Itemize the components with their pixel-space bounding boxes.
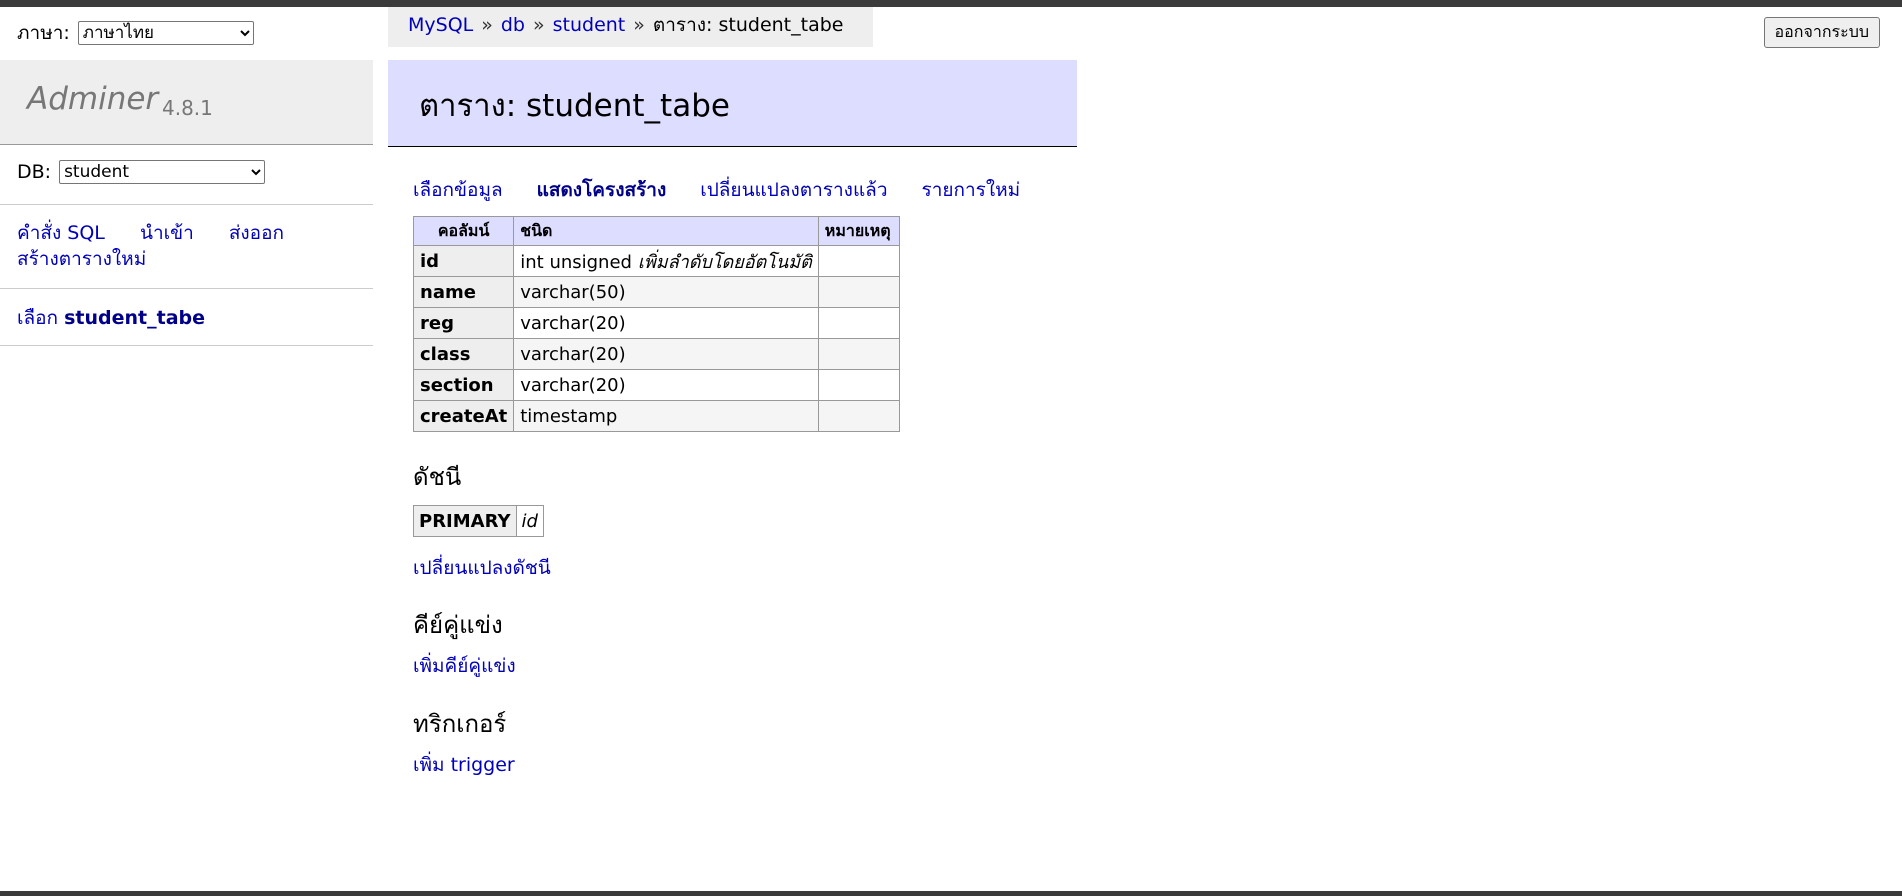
table-tabs: เลือกข้อมูล แสดงโครงสร้าง เปลี่ยนแปลงตาร… [413, 175, 1020, 205]
divider [0, 288, 373, 289]
database-switcher: DB: student [17, 160, 266, 184]
tab-show-structure: แสดงโครงสร้าง [536, 179, 667, 201]
brand-header: Adminer 4.8.1 [0, 60, 373, 145]
column-type: varchar(20) [513, 369, 819, 401]
language-select[interactable]: ภาษาไทย [77, 21, 254, 45]
breadcrumb-server[interactable]: MySQL [408, 14, 473, 36]
table-list: เลือก student_tabe [17, 303, 205, 333]
db-select[interactable]: student [59, 160, 266, 184]
table-row: createAt timestamp [412, 400, 900, 432]
column-name: section [412, 369, 515, 401]
column-name: reg [412, 307, 515, 339]
create-table-link[interactable]: สร้างตารางใหม่ [17, 248, 146, 270]
language-label: ภาษา: [17, 22, 70, 44]
table-header-row: คอลัมน์ ชนิด หมายเหตุ [412, 216, 900, 246]
tab-new-item[interactable]: รายการใหม่ [922, 175, 1021, 205]
column-type: varchar(50) [513, 276, 819, 308]
table-row: name varchar(50) [412, 276, 900, 308]
page-title-box: ตาราง: student_tabe [388, 60, 1077, 147]
page-title: ตาราง: student_tabe [419, 88, 730, 124]
import-link[interactable]: นำเข้า [140, 222, 194, 244]
sidebar-menu: ภาษา: ภาษาไทย Adminer 4.8.1 DB: student … [0, 7, 373, 891]
index-row: PRIMARY id [413, 505, 544, 537]
table-row: class varchar(20) [412, 338, 900, 370]
indexes-heading: ดัชนี [413, 463, 462, 491]
db-actions: คำสั่ง SQL นำเข้า ส่งออก สร้างตารางใหม่ [17, 220, 313, 272]
triggers-heading: ทริกเกอร์ [413, 710, 507, 738]
type-header: ชนิด [513, 216, 819, 246]
column-type: timestamp [513, 400, 819, 432]
column-comment [817, 307, 900, 339]
auto-increment-note: เพิ่มลำดับโดยอัตโนมัติ [637, 251, 812, 273]
column-comment [817, 338, 900, 370]
breadcrumb-schema[interactable]: student [553, 14, 626, 36]
column-type: varchar(20) [513, 338, 819, 370]
language-switcher: ภาษา: ภาษาไทย [17, 19, 254, 47]
column-header: คอลัมน์ [412, 216, 515, 246]
column-comment [817, 276, 900, 308]
page: ภาษา: ภาษาไทย Adminer 4.8.1 DB: student … [0, 7, 1902, 891]
breadcrumb-separator: » [633, 14, 645, 36]
column-comment [817, 369, 900, 401]
adminer-logo-link[interactable]: Adminer [27, 81, 158, 117]
table-row: reg varchar(20) [412, 307, 900, 339]
index-columns: id [515, 505, 544, 537]
breadcrumb-separator: » [481, 14, 493, 36]
column-comment [817, 245, 900, 277]
breadcrumb: MySQL » db » student » ตาราง: student_tabe [388, 7, 873, 47]
version-label: 4.8.1 [162, 96, 213, 120]
column-name: createAt [412, 400, 515, 432]
alter-indexes-link[interactable]: เปลี่ยนแปลงดัชนี [413, 553, 551, 583]
column-name: name [412, 276, 515, 308]
divider [0, 204, 373, 205]
db-label: DB: [17, 161, 52, 183]
comment-header: หมายเหตุ [817, 216, 900, 246]
breadcrumb-separator: » [533, 14, 545, 36]
select-table-link[interactable]: เลือก [17, 307, 58, 329]
export-link[interactable]: ส่งออก [229, 222, 284, 244]
column-type: varchar(20) [513, 307, 819, 339]
column-comment [817, 400, 900, 432]
sql-command-link[interactable]: คำสั่ง SQL [17, 222, 105, 244]
breadcrumb-current: ตาราง: student_tabe [652, 14, 844, 36]
logout-button[interactable]: ออกจากระบบ [1763, 17, 1880, 48]
add-foreign-key-link[interactable]: เพิ่มคีย์คู่แข่ง [413, 651, 516, 681]
add-trigger-link[interactable]: เพิ่ม trigger [413, 750, 515, 780]
column-name: class [412, 338, 515, 370]
table-row: section varchar(20) [412, 369, 900, 401]
indexes-table: PRIMARY id [413, 505, 544, 537]
table-structure-link[interactable]: student_tabe [64, 307, 205, 329]
divider [0, 345, 373, 346]
column-name: id [412, 245, 515, 277]
type-value: int unsigned [520, 251, 632, 273]
index-type: PRIMARY [413, 505, 517, 537]
structure-table: คอลัมน์ ชนิด หมายเหตุ id int unsigned เพ… [412, 216, 900, 432]
breadcrumb-db[interactable]: db [501, 14, 525, 36]
table-row: id int unsigned เพิ่มลำดับโดยอัตโนมัติ [412, 245, 900, 277]
tab-select-data[interactable]: เลือกข้อมูล [413, 175, 503, 205]
foreign-keys-heading: คีย์คู่แข่ง [413, 611, 503, 639]
tab-alter-table[interactable]: เปลี่ยนแปลงตารางแล้ว [700, 175, 887, 205]
column-type: int unsigned เพิ่มลำดับโดยอัตโนมัติ [513, 245, 819, 277]
